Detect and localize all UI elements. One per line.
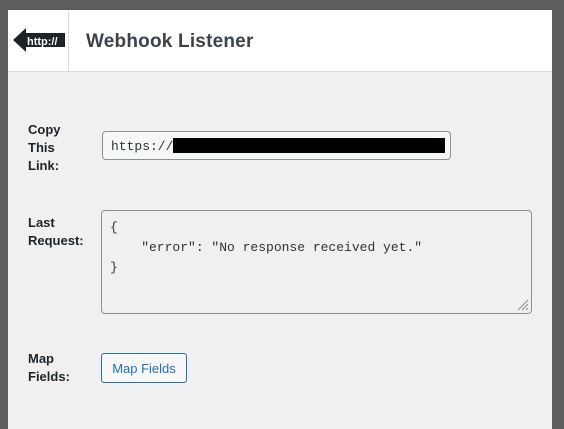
copy-link-label-line: Copy	[28, 122, 61, 137]
logo-container: http://	[8, 10, 69, 71]
last-request-label-line: Last	[28, 215, 55, 230]
last-request-label: Last Request:	[28, 214, 84, 250]
logo-text: http://	[27, 36, 58, 48]
resize-grip-icon[interactable]	[517, 299, 529, 311]
http-back-arrow-icon: http://	[13, 28, 65, 52]
page-title: Webhook Listener	[86, 31, 254, 52]
map-fields-label: Map Fields:	[28, 350, 70, 386]
webhook-listener-panel: http:// Webhook Listener Copy This Link:…	[8, 10, 552, 429]
redacted-url	[173, 138, 446, 153]
map-fields-label-line: Fields:	[28, 369, 70, 384]
map-fields-button[interactable]: Map Fields	[101, 353, 187, 383]
last-request-textarea[interactable]: { "error": "No response received yet." }	[101, 210, 532, 314]
map-fields-label-line: Map	[28, 351, 54, 366]
copy-link-label-line: This	[28, 140, 55, 155]
url-prefix: https://	[111, 139, 174, 154]
page-header: http:// Webhook Listener	[8, 10, 552, 72]
copy-link-label-line: Link:	[28, 158, 60, 173]
last-request-label-line: Request:	[28, 233, 84, 248]
copy-link-label: Copy This Link:	[28, 121, 61, 175]
webhook-url-field[interactable]: https://	[102, 131, 451, 160]
